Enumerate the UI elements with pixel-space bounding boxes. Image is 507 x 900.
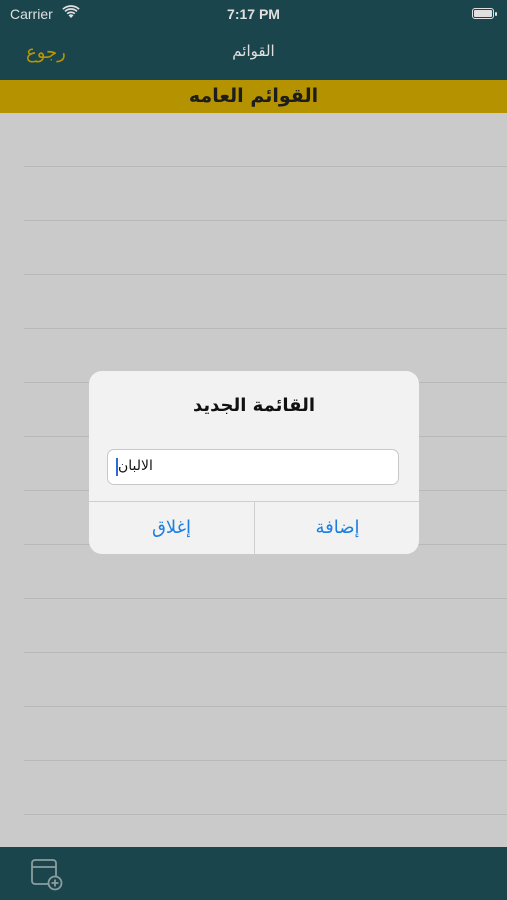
list-name-input[interactable]: الالبان — [107, 449, 399, 485]
list-name-value: الالبان — [118, 458, 153, 474]
new-list-dialog: القائمة الجديد الالبان إغلاق إضافة — [89, 371, 419, 554]
dialog-title: القائمة الجديد — [192, 395, 316, 416]
close-button[interactable]: إغلاق — [89, 502, 254, 554]
add-button[interactable]: إضافة — [255, 502, 419, 554]
